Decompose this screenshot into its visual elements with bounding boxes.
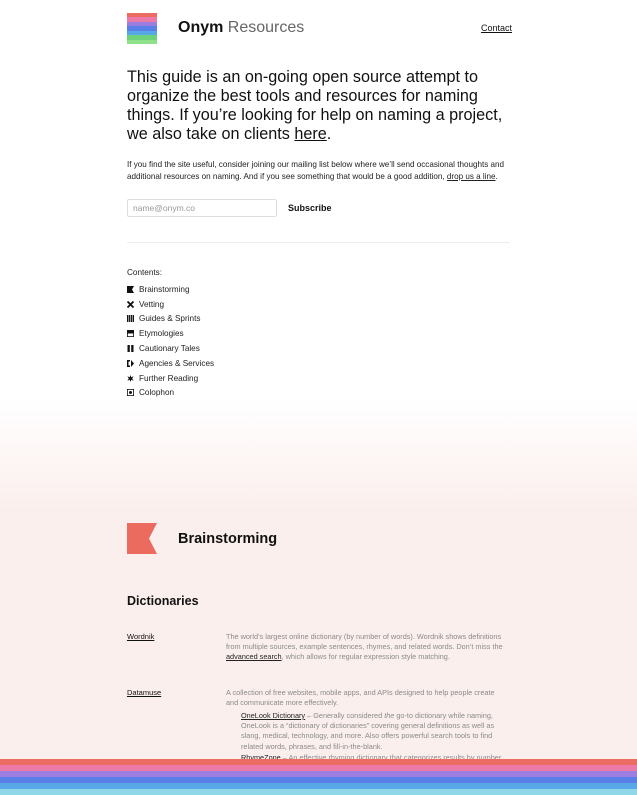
datamuse-description: A collection of free websites, mobile ap… <box>226 688 495 708</box>
toc-item-further-reading[interactable]: Further Reading <box>127 371 214 386</box>
flag-icon <box>127 285 134 293</box>
divider <box>127 242 510 243</box>
intro-end: . <box>326 125 332 143</box>
toc-item-label: Guides & Sprints <box>139 314 201 324</box>
dot-square-icon <box>127 389 134 397</box>
grid-icon <box>127 315 134 323</box>
toc-item-label: Vetting <box>139 299 165 309</box>
onelook-pre: – Generally considered <box>305 711 385 720</box>
datamuse-link[interactable]: Datamuse <box>127 688 161 697</box>
brand-name-light: Resources <box>223 19 305 36</box>
subscribe-button[interactable]: Subscribe <box>288 203 332 213</box>
toc-item-guides-sprints[interactable]: Guides & Sprints <box>127 312 214 327</box>
toc-item-label: Etymologies <box>139 329 184 339</box>
wordnik-link[interactable]: Wordnik <box>127 632 154 641</box>
advanced-search-link[interactable]: advanced search <box>226 652 282 661</box>
toc-item-etymologies[interactable]: Etymologies <box>127 326 214 341</box>
bracket-icon <box>127 359 134 367</box>
email-field[interactable] <box>127 199 277 217</box>
toc-item-vetting[interactable]: Vetting <box>127 297 214 312</box>
toc-item-brainstorming[interactable]: Brainstorming <box>127 282 214 297</box>
toc-item-label: Brainstorming <box>139 284 190 294</box>
toc-item-cautionary-tales[interactable]: Cautionary Tales <box>127 341 214 356</box>
wordnik-desc-end: , which allows for regular expression st… <box>281 652 450 662</box>
footer-stripe <box>0 789 637 795</box>
intro-paragraph: This guide is an on-going open source at… <box>127 68 517 144</box>
clients-here-link[interactable]: here <box>294 125 326 143</box>
drop-us-a-line-link[interactable]: drop us a line <box>447 172 496 181</box>
toc-item-colophon[interactable]: Colophon <box>127 386 214 401</box>
mailing-list-paragraph: If you find the site useful, consider jo… <box>127 159 517 183</box>
onym-logo[interactable] <box>127 13 157 44</box>
footer-stripes <box>0 759 637 795</box>
wordnik-desc-text: The world’s largest online dictionary (b… <box>226 632 503 652</box>
contents-label: Contents: <box>127 268 163 277</box>
toc-item-agencies-services[interactable]: Agencies & Services <box>127 356 214 371</box>
brainstorming-flag-icon <box>127 523 157 554</box>
toc-item-label: Colophon <box>139 388 175 398</box>
cross-icon <box>127 300 134 308</box>
toc-item-label: Cautionary Tales <box>139 344 200 354</box>
onelook-em: the <box>384 711 395 720</box>
brand-title[interactable]: Onym Resources <box>178 19 304 37</box>
toc-item-label: Agencies & Services <box>139 358 215 368</box>
sub-end: . <box>495 172 498 181</box>
contact-link[interactable]: Contact <box>481 23 512 33</box>
table-of-contents: Brainstorming Vetting Guides & Sprints E… <box>127 282 214 400</box>
section-title: Brainstorming <box>178 531 278 547</box>
onelook-dictionary-link[interactable]: OneLook Dictionary <box>241 711 305 720</box>
brand-name-bold: Onym <box>178 19 224 36</box>
onelook-entry: OneLook Dictionary – Generally considere… <box>241 711 509 752</box>
toc-item-label: Further Reading <box>139 373 199 383</box>
logo-stripe <box>127 39 157 44</box>
dictionaries-heading: Dictionaries <box>127 594 199 608</box>
burst-icon <box>127 374 134 382</box>
half-square-icon <box>127 330 134 338</box>
pause-icon <box>127 345 134 353</box>
wordnik-description: The world’s largest online dictionary (b… <box>226 632 508 663</box>
